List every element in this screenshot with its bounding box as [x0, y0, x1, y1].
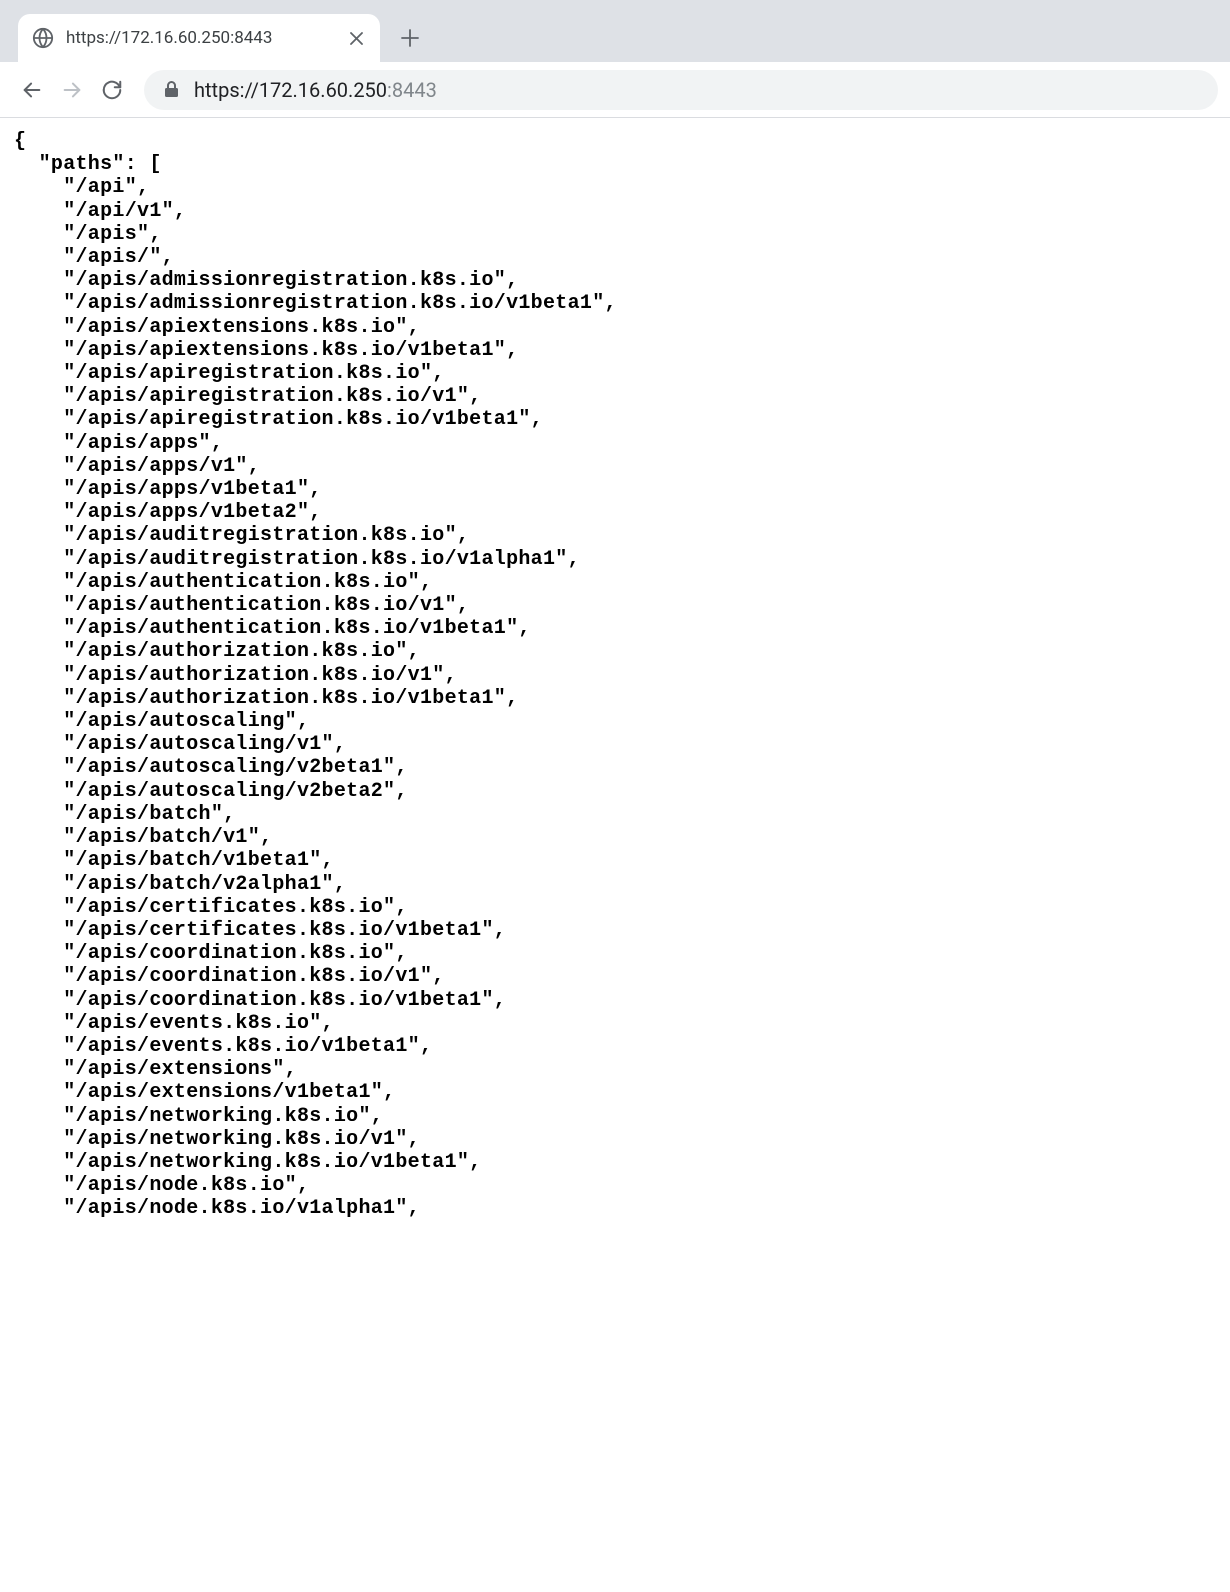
globe-icon [32, 27, 54, 49]
browser-toolbar: https://172.16.60.250:8443 [0, 62, 1230, 118]
url-host: https://172.16.60.250 [194, 78, 387, 102]
url-text: https://172.16.60.250:8443 [194, 78, 437, 102]
reload-button[interactable] [92, 70, 132, 110]
new-tab-button[interactable] [392, 20, 428, 56]
back-button[interactable] [12, 70, 52, 110]
lock-icon [162, 81, 180, 99]
tab-title: https://172.16.60.250:8443 [66, 28, 346, 48]
close-icon[interactable] [346, 28, 366, 48]
json-body: { "paths": [ "/api", "/api/v1", "/apis",… [0, 118, 1230, 1233]
url-port: :8443 [387, 78, 437, 102]
forward-button[interactable] [52, 70, 92, 110]
tab-strip: https://172.16.60.250:8443 [0, 0, 1230, 62]
address-bar[interactable]: https://172.16.60.250:8443 [144, 70, 1218, 110]
browser-tab[interactable]: https://172.16.60.250:8443 [18, 14, 380, 62]
